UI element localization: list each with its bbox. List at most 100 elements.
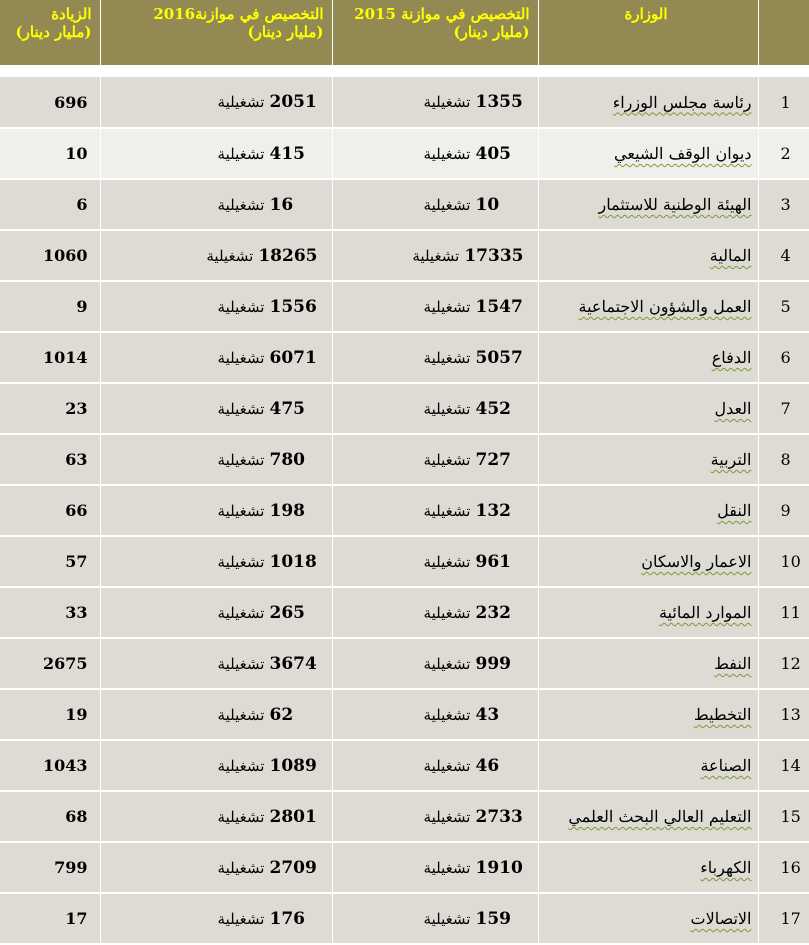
table-row: 33 265 تشغيلية 232 تشغيلية الموارد المائية 1…: [0, 587, 809, 639]
increase-cell: 23: [0, 383, 101, 435]
increase-cell: 9: [0, 281, 101, 333]
budget-allocation-table: الزيادة (مليار دينار) التخصيص في موازنة2…: [0, 0, 809, 945]
alloc-2015-value: 17335: [464, 245, 524, 266]
alloc-2015-cell: 1355 تشغيلية: [332, 77, 539, 129]
alloc-2015-type: تشغيلية: [423, 552, 471, 571]
header-index: [758, 0, 809, 71]
alloc-2015-value: 727: [475, 449, 512, 470]
alloc-2015-cell: 1547 تشغيلية: [332, 281, 539, 333]
alloc-2015-cell: 2733 تشغيلية: [332, 791, 539, 843]
alloc-2016-cell: 415 تشغيلية: [100, 128, 333, 180]
table-body: 696 2051 تشغيلية 1355 تشغيلية رئاسة مجلس ال…: [0, 68, 809, 945]
alloc-2015-cell: 10 تشغيلية: [332, 179, 539, 231]
header-alloc-2016: التخصيص في موازنة2016 (مليار دينار): [100, 0, 333, 71]
alloc-2015-type: تشغيلية: [423, 501, 471, 520]
alloc-2016-type: تشغيلية: [217, 144, 265, 163]
alloc-2016-type: تشغيلية: [217, 552, 265, 571]
ministry-cell: ديوان الوقف الشيعي: [538, 128, 759, 180]
ministry-name: الموارد المائية: [658, 603, 752, 622]
alloc-2015-value: 405: [475, 143, 512, 164]
ministry-name: النفط: [714, 654, 752, 673]
alloc-2015-cell: 5057 تشغيلية: [332, 332, 539, 384]
increase-cell: 696: [0, 77, 101, 129]
alloc-2016-type: تشغيلية: [217, 909, 265, 928]
alloc-2016-value: 2801: [269, 806, 317, 827]
increase-cell: 10: [0, 128, 101, 180]
ministry-cell: الاعمار والاسكان: [538, 536, 759, 588]
table-row: 2675 3674 تشغيلية 999 تشغيلية النفط 12: [0, 638, 809, 690]
ministry-name: الكهرباء: [700, 858, 752, 877]
alloc-2016-type: تشغيلية: [217, 399, 265, 418]
alloc-2016-value: 780: [269, 449, 306, 470]
ministry-name: التربية: [710, 450, 752, 469]
table-row: 6 16 تشغيلية 10 تشغيلية الهيئة الوطنية للاس…: [0, 179, 809, 231]
alloc-2015-value: 1355: [475, 92, 523, 112]
alloc-2016-cell: 198 تشغيلية: [100, 485, 333, 537]
alloc-2015-cell: 999 تشغيلية: [332, 638, 539, 690]
ministry-name: التعليم العالي البحث العلمي: [568, 807, 752, 826]
alloc-2015-type: تشغيلية: [423, 450, 471, 469]
alloc-2015-cell: 727 تشغيلية: [332, 434, 539, 486]
ministry-cell: الموارد المائية: [538, 587, 759, 639]
alloc-2016-type: تشغيلية: [206, 246, 254, 265]
ministry-name: العمل والشؤون الاجتماعية: [578, 297, 752, 316]
alloc-2015-type: تشغيلية: [423, 909, 471, 928]
row-number: 13: [758, 689, 809, 741]
ministry-name: ديوان الوقف الشيعي: [614, 144, 752, 163]
row-number: 12: [758, 638, 809, 690]
alloc-2016-value: 2051: [269, 92, 317, 112]
row-number: 5: [758, 281, 809, 333]
ministry-name: الاعمار والاسكان: [641, 552, 752, 571]
ministry-cell: التربية: [538, 434, 759, 486]
header-increase: الزيادة (مليار دينار): [0, 0, 101, 71]
ministry-name: الاتصالات: [690, 909, 752, 928]
row-number: 15: [758, 791, 809, 843]
table-row: 1014 6071 تشغيلية 5057 تشغيلية الدفاع 6: [0, 332, 809, 384]
table-row: 68 2801 تشغيلية 2733 تشغيلية التعليم العالي…: [0, 791, 809, 843]
alloc-2016-value: 18265: [258, 245, 318, 266]
alloc-2016-cell: 2709 تشغيلية: [100, 842, 333, 894]
ministry-name: الصناعة: [700, 756, 752, 775]
alloc-2016-value: 2709: [269, 857, 317, 878]
alloc-2015-cell: 17335 تشغيلية: [332, 230, 539, 282]
row-number: 2: [758, 128, 809, 180]
alloc-2015-type: تشغيلية: [423, 756, 471, 775]
alloc-2016-cell: 6071 تشغيلية: [100, 332, 333, 384]
row-number: 17: [758, 893, 809, 945]
header-alloc-2015-unit: (مليار دينار): [453, 23, 530, 41]
header-alloc-2015: التخصيص في موازنة 2015 (مليار دينار): [332, 0, 539, 71]
alloc-2015-cell: 405 تشغيلية: [332, 128, 539, 180]
row-number: 6: [758, 332, 809, 384]
row-number: 1: [758, 77, 809, 129]
alloc-2015-cell: 43 تشغيلية: [332, 689, 539, 741]
header-alloc-2015-title: التخصيص في موازنة 2015: [354, 5, 530, 23]
alloc-2015-cell: 232 تشغيلية: [332, 587, 539, 639]
alloc-2015-type: تشغيلية: [423, 348, 471, 367]
ministry-cell: التعليم العالي البحث العلمي: [538, 791, 759, 843]
row-number: 14: [758, 740, 809, 792]
alloc-2015-type: تشغيلية: [423, 654, 471, 673]
alloc-2016-cell: 1018 تشغيلية: [100, 536, 333, 588]
header-increase-unit: (مليار دينار): [15, 23, 92, 41]
alloc-2016-cell: 176 تشغيلية: [100, 893, 333, 945]
row-number: 4: [758, 230, 809, 282]
alloc-2016-type: تشغيلية: [217, 807, 265, 826]
table-row: 57 1018 تشغيلية 961 تشغيلية الاعمار والاسكا…: [0, 536, 809, 588]
alloc-2016-value: 1556: [269, 296, 317, 317]
table-row: 19 62 تشغيلية 43 تشغيلية التخطيط 13: [0, 689, 809, 741]
table-row: 66 198 تشغيلية 132 تشغيلية النقل 9: [0, 485, 809, 537]
alloc-2016-value: 1018: [269, 551, 317, 572]
increase-cell: 33: [0, 587, 101, 639]
alloc-2016-cell: 2051 تشغيلية: [100, 77, 333, 129]
increase-cell: 1014: [0, 332, 101, 384]
increase-cell: 63: [0, 434, 101, 486]
alloc-2015-cell: 46 تشغيلية: [332, 740, 539, 792]
alloc-2015-value: 10: [475, 194, 500, 215]
alloc-2015-cell: 452 تشغيلية: [332, 383, 539, 435]
row-number: 3: [758, 179, 809, 231]
ministry-cell: النفط: [538, 638, 759, 690]
alloc-2015-type: تشغيلية: [423, 399, 471, 418]
increase-cell: 66: [0, 485, 101, 537]
alloc-2016-type: تشغيلية: [217, 756, 265, 775]
header-increase-title: الزيادة: [51, 5, 92, 23]
